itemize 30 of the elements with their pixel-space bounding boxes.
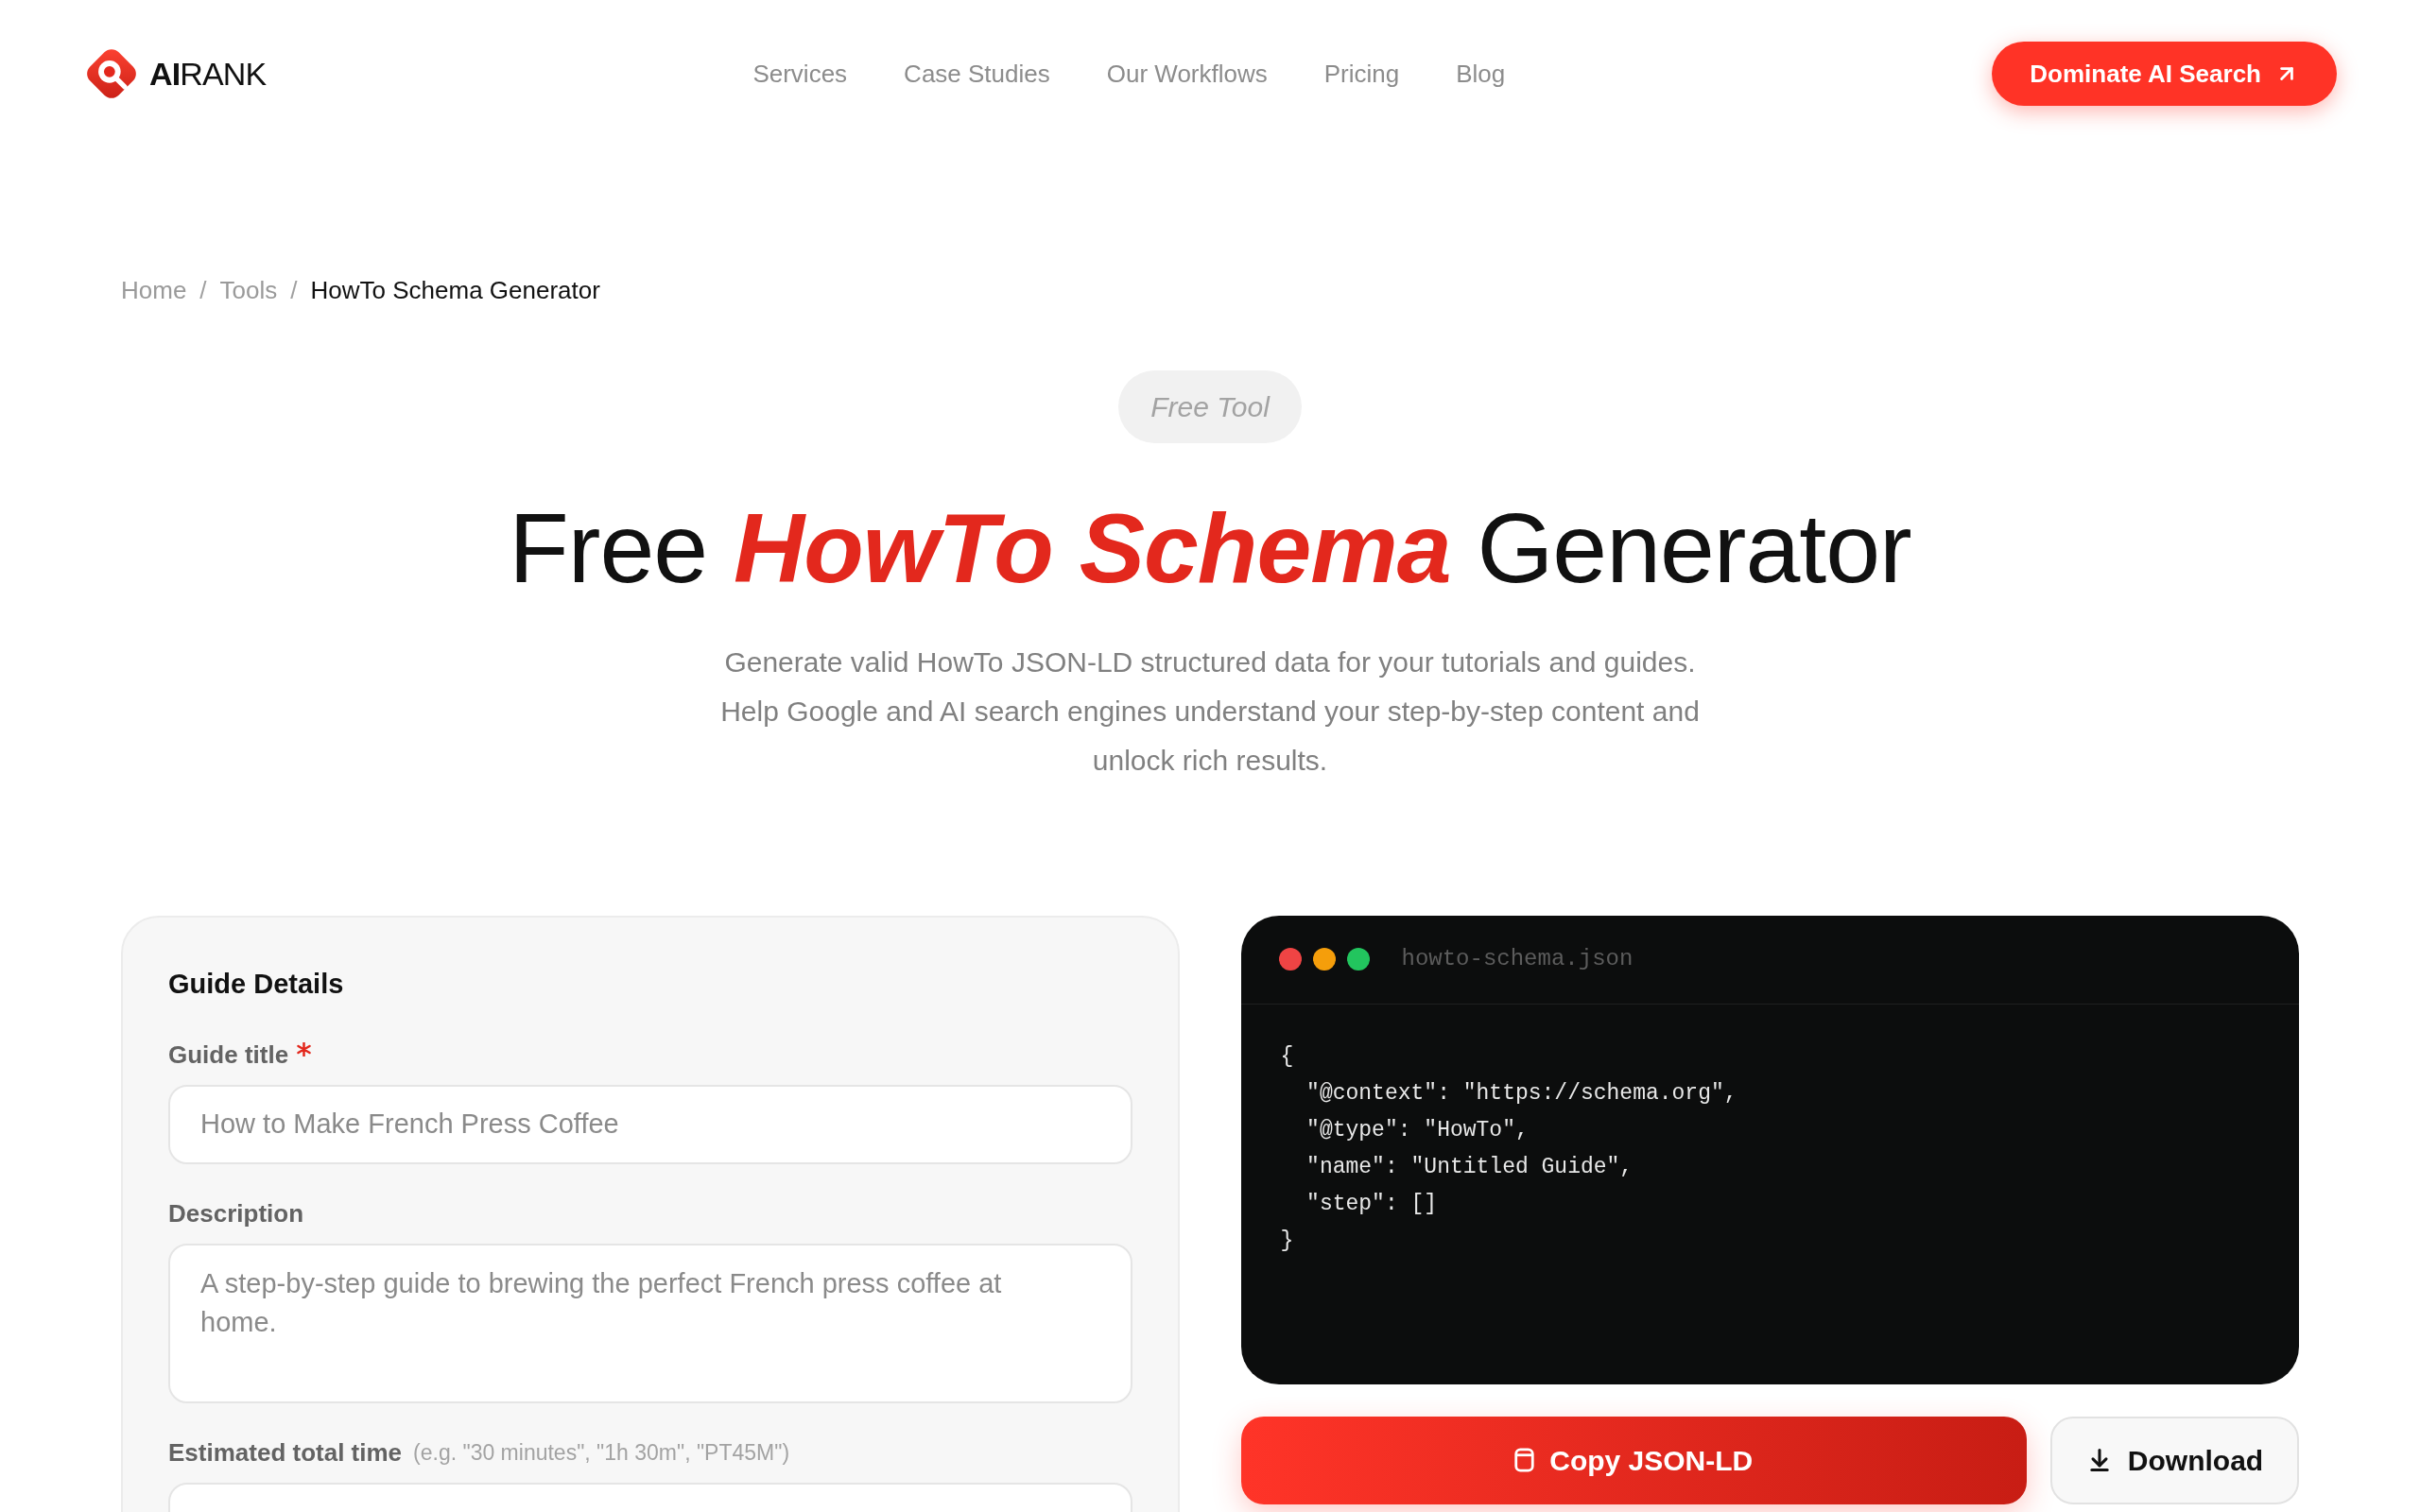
- code-text: { "@context": "https://schema.org", "@type": "HowTo", "name": "Untitled Guide", "step": [] }: [1280, 1042, 1737, 1255]
- breadcrumb-separator: /: [199, 275, 207, 306]
- page-subtitle: Generate valid HowTo JSON-LD structured data for your tutorials and guides. Help Google and AI search engines understand your step-by-step content and unlock rich results.: [719, 644, 1701, 778]
- nav-link[interactable]: Case Studies: [904, 55, 1050, 93]
- window-control-icon: [1312, 948, 1336, 971]
- field-label: Description: [168, 1197, 304, 1229]
- field-hint: (e.g. "30 minutes", "1h 30m", "PT45M"): [413, 1438, 790, 1467]
- text-input[interactable]: How to Make French Press Coffee: [168, 1084, 1132, 1164]
- breadcrumb-current: HowTo Schema Generator: [310, 275, 600, 306]
- free-tool-badge: Free Tool: [1118, 370, 1302, 443]
- breadcrumb-link[interactable]: Tools: [219, 273, 278, 307]
- file-name: howto-schema.json: [1401, 945, 1634, 974]
- field-label: Guide title: [168, 1039, 289, 1071]
- download-button[interactable]: Download: [2050, 1416, 2299, 1504]
- logo-wordmark: AIRANK: [149, 58, 267, 90]
- nav-link[interactable]: Our Workflows: [1106, 55, 1268, 93]
- nav-link[interactable]: Pricing: [1323, 55, 1400, 93]
- nav-link[interactable]: Blog: [1456, 55, 1506, 93]
- breadcrumb-separator: /: [290, 275, 298, 306]
- window-control-icon: [1278, 948, 1302, 971]
- breadcrumb-link[interactable]: Home: [121, 273, 187, 307]
- copy-button[interactable]: Copy JSON-LD: [1240, 1416, 2027, 1504]
- nav-link[interactable]: Services: [752, 55, 848, 93]
- form-title: Guide Details: [168, 967, 345, 1001]
- textarea-input[interactable]: A step-by-step guide to brewing the perfect French press coffee at home.: [168, 1243, 1132, 1403]
- cta-button[interactable]: Dominate AI Search: [1992, 42, 2337, 106]
- copy-icon: [1514, 1448, 1535, 1473]
- page-title: Free HowTo Schema Generator: [509, 492, 1911, 605]
- field-label: Estimated total time: [168, 1436, 403, 1469]
- window-control-icon: [1346, 948, 1370, 971]
